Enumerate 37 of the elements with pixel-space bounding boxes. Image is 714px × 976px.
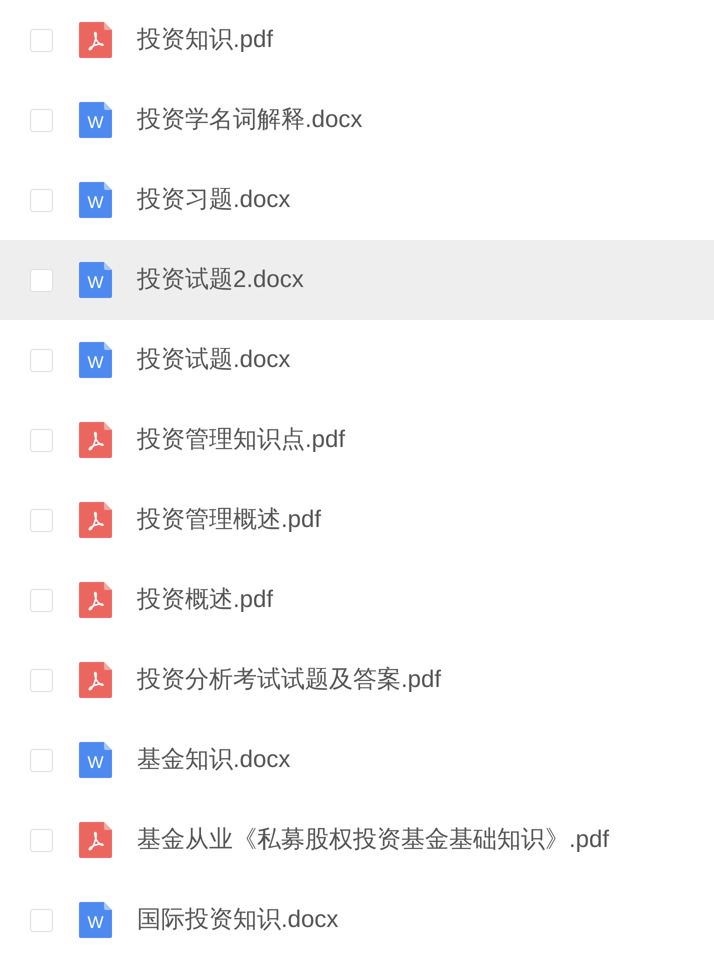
word-file-icon: W: [79, 902, 112, 938]
file-name[interactable]: 基金知识.docx: [137, 745, 290, 775]
file-name[interactable]: 投资分析考试试题及答案.pdf: [137, 665, 442, 695]
checkbox[interactable]: [30, 828, 53, 852]
word-file-icon: W: [79, 342, 112, 378]
checkbox[interactable]: [30, 188, 53, 212]
checkbox[interactable]: [30, 908, 53, 932]
word-file-icon: W: [79, 742, 112, 778]
checkbox[interactable]: [30, 748, 53, 772]
checkbox[interactable]: [30, 108, 53, 132]
word-file-icon: W: [79, 102, 112, 138]
pdf-file-icon: [79, 422, 112, 458]
checkbox[interactable]: [30, 428, 53, 452]
file-name[interactable]: 投资试题2.docx: [137, 265, 304, 295]
pdf-file-icon: [79, 22, 112, 58]
pdf-file-icon: [79, 822, 112, 858]
pdf-file-icon: [79, 582, 112, 618]
file-row[interactable]: W 投资试题2.docx: [0, 240, 714, 320]
word-file-icon: W: [79, 262, 112, 298]
file-name[interactable]: 投资管理概述.pdf: [137, 505, 322, 535]
file-name[interactable]: 投资概述.pdf: [137, 585, 274, 615]
checkbox[interactable]: [30, 268, 53, 292]
pdf-file-icon: [79, 502, 112, 538]
pdf-file-icon: [79, 662, 112, 698]
file-name[interactable]: 投资知识.pdf: [137, 25, 274, 55]
checkbox[interactable]: [30, 348, 53, 372]
file-name[interactable]: 投资学名词解释.docx: [137, 105, 362, 135]
checkbox[interactable]: [30, 508, 53, 532]
word-file-icon: W: [79, 182, 112, 218]
file-name[interactable]: 投资试题.docx: [137, 345, 290, 375]
checkbox[interactable]: [30, 588, 53, 612]
checkbox[interactable]: [30, 28, 53, 52]
checkbox[interactable]: [30, 668, 53, 692]
file-name[interactable]: 投资习题.docx: [137, 185, 290, 215]
file-name[interactable]: 基金从业《私募股权投资基金基础知识》.pdf: [137, 825, 610, 855]
file-name[interactable]: 投资管理知识点.pdf: [137, 425, 346, 455]
file-name[interactable]: 国际投资知识.docx: [137, 905, 338, 935]
